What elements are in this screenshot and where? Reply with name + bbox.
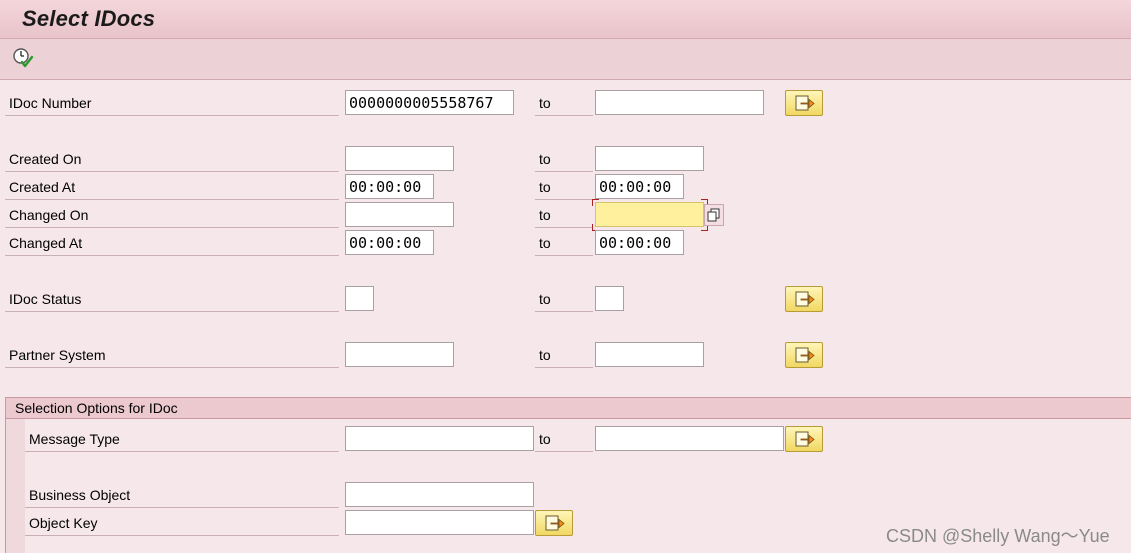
created-at-to-label: to (535, 174, 593, 200)
idoc-number-to-label: to (535, 90, 593, 116)
multiple-selection-arrow-icon (795, 431, 815, 447)
changed-on-to-label: to (535, 202, 593, 228)
object-key-input[interactable] (345, 510, 534, 535)
value-help-icon (707, 208, 720, 222)
partner-system-multiple-selection-button[interactable] (785, 342, 823, 368)
partner-system-to-input[interactable] (595, 342, 704, 367)
focus-marker (592, 199, 599, 206)
idoc-status-to-label: to (535, 286, 593, 312)
execute-icon[interactable] (12, 47, 34, 69)
idoc-number-label: IDoc Number (5, 90, 339, 116)
business-object-label: Business Object (25, 482, 339, 508)
business-object-input[interactable] (345, 482, 534, 507)
partner-system-label: Partner System (5, 342, 339, 368)
title-bar: Select IDocs (0, 0, 1131, 39)
message-type-to-input[interactable] (595, 426, 784, 451)
changed-at-to-label: to (535, 230, 593, 256)
watermark: CSDN @Shelly Wang～Yue (886, 526, 1110, 546)
created-at-from-input[interactable] (345, 174, 434, 199)
message-type-label: Message Type (25, 426, 339, 452)
selection-options-header: Selection Options for IDoc (5, 397, 1131, 419)
created-on-from-input[interactable] (345, 146, 454, 171)
created-at-label: Created At (5, 174, 339, 200)
message-type-to-label: to (535, 426, 593, 452)
changed-on-from-input[interactable] (345, 202, 454, 227)
object-key-multiple-selection-button[interactable] (535, 510, 573, 536)
idoc-number-from-input[interactable] (345, 90, 514, 115)
changed-on-value-help-button[interactable] (704, 204, 724, 226)
message-type-multiple-selection-button[interactable] (785, 426, 823, 452)
multiple-selection-arrow-icon (795, 347, 815, 363)
created-on-to-label: to (535, 146, 593, 172)
changed-on-label: Changed On (5, 202, 339, 228)
object-key-label: Object Key (25, 510, 339, 536)
created-at-to-input[interactable] (595, 174, 684, 199)
idoc-status-to-input[interactable] (595, 286, 624, 311)
partner-system-from-input[interactable] (345, 342, 454, 367)
idoc-status-label: IDoc Status (5, 286, 339, 312)
application-toolbar (0, 39, 1131, 80)
idoc-status-multiple-selection-button[interactable] (785, 286, 823, 312)
page-title: Select IDocs (22, 6, 156, 31)
multiple-selection-arrow-icon (795, 291, 815, 307)
created-on-label: Created On (5, 146, 339, 172)
changed-on-to-input[interactable] (595, 202, 704, 227)
created-on-to-input[interactable] (595, 146, 704, 171)
multiple-selection-arrow-icon (545, 515, 565, 531)
partner-system-to-label: to (535, 342, 593, 368)
multiple-selection-arrow-icon (795, 95, 815, 111)
changed-at-to-input[interactable] (595, 230, 684, 255)
idoc-number-to-input[interactable] (595, 90, 764, 115)
message-type-from-input[interactable] (345, 426, 534, 451)
changed-at-from-input[interactable] (345, 230, 434, 255)
idoc-number-multiple-selection-button[interactable] (785, 90, 823, 116)
changed-at-label: Changed At (5, 230, 339, 256)
idoc-status-from-input[interactable] (345, 286, 374, 311)
